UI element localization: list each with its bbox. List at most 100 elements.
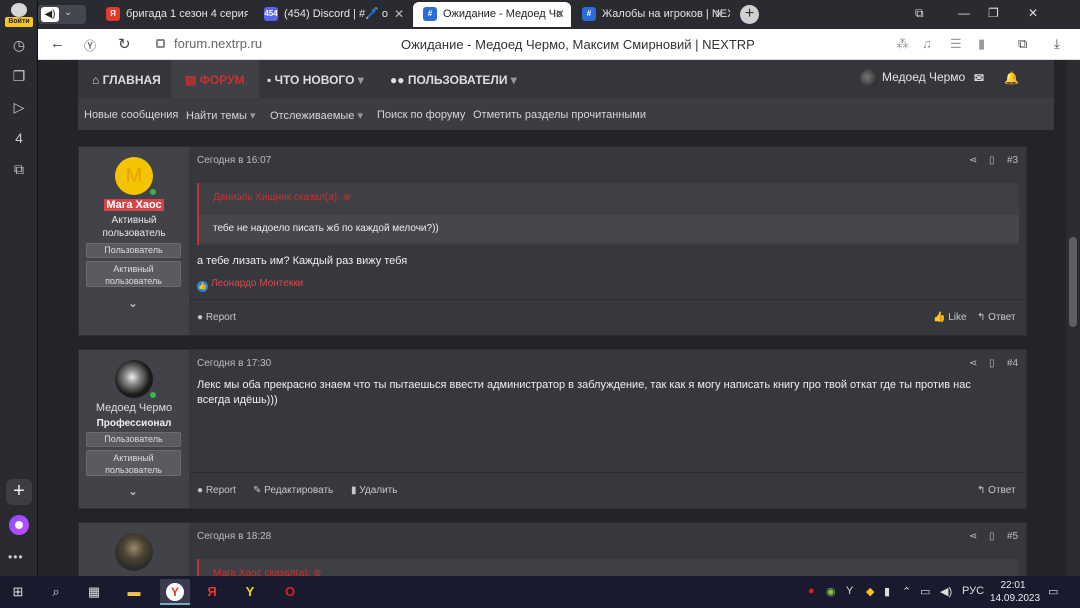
task-view-icon[interactable]: ▦	[84, 582, 104, 602]
bookmark-icon[interactable]: ▯	[989, 531, 995, 542]
screenshot-icon[interactable]: ⧉	[9, 159, 29, 179]
post-time[interactable]: Сегодня в 16:07	[197, 155, 271, 166]
subnav-watched[interactable]: Отслеживаемые ▾	[270, 109, 363, 122]
yandex-browser-icon[interactable]: Y	[160, 579, 190, 605]
login-button[interactable]: Войти	[4, 2, 34, 27]
nav-whats-new-label: ЧТО НОВОГО	[274, 73, 355, 87]
chevron-down-icon[interactable]: ⌄	[128, 484, 138, 498]
yandex-music-icon[interactable]: Y	[240, 582, 260, 602]
back-icon[interactable]: ←	[50, 35, 65, 52]
report-button[interactable]: ● Report	[197, 485, 236, 496]
opera-tray-icon[interactable]: ●	[808, 585, 815, 597]
headphones-icon[interactable]: ♫	[922, 36, 932, 51]
post-number[interactable]: #4	[1007, 358, 1018, 369]
alice-icon[interactable]	[9, 515, 29, 535]
nav-members[interactable]: ●● ПОЛЬЗОВАТЕЛИ ▾	[390, 73, 517, 87]
scrollbar-thumb[interactable]	[1069, 237, 1077, 327]
post-number[interactable]: #3	[1007, 155, 1018, 166]
mail-icon[interactable]: ✉	[974, 71, 984, 85]
extensions-icon[interactable]: ⁂	[896, 36, 909, 52]
delete-button[interactable]: ▮ Удалить	[351, 485, 397, 496]
subnav-new-posts[interactable]: Новые сообщения	[84, 109, 178, 121]
bookmark-icon[interactable]: ▯	[989, 358, 995, 369]
notifications-icon[interactable]: ▭	[1048, 585, 1058, 598]
chevron-down-icon[interactable]: ⌄	[128, 296, 138, 310]
audio-control[interactable]: ◀) ⌄	[38, 5, 86, 24]
clock[interactable]: 22:01 14.09.2023	[990, 579, 1040, 605]
quote-header[interactable]: Мага Хаос сказал(а): ⊕	[213, 568, 322, 576]
nav-whats-new[interactable]: ▪ ЧТО НОВОГО ▾	[267, 73, 364, 87]
report-icon: ●	[197, 485, 206, 496]
explorer-icon[interactable]: ▬	[124, 582, 144, 602]
yandex-logo-icon[interactable]: Ⓨ	[84, 37, 96, 54]
avatar[interactable]	[115, 360, 153, 398]
game-tray-icon[interactable]: ◆	[866, 585, 874, 598]
video-icon[interactable]: ▷	[9, 97, 29, 117]
new-tab-button[interactable]: +	[740, 5, 759, 24]
avatar[interactable]	[115, 533, 153, 571]
post-number[interactable]: #5	[1007, 531, 1018, 542]
like-button[interactable]: 👍 Like	[933, 312, 967, 323]
close-icon[interactable]: ✕	[555, 2, 565, 27]
tabs-icon[interactable]: ⧉	[915, 6, 924, 21]
tab-current[interactable]: # Ожидание - Медоед Чо ✕	[413, 2, 571, 27]
close-icon[interactable]: ✕	[714, 2, 724, 27]
post-time[interactable]: Сегодня в 18:28	[197, 531, 271, 542]
author-name[interactable]: Медоед Чермо	[79, 402, 189, 414]
more-icon[interactable]: •••	[8, 550, 24, 564]
nav-home[interactable]: ⌂ ГЛАВНАЯ	[92, 73, 161, 87]
reader-icon[interactable]: ☰	[950, 36, 962, 52]
reload-icon[interactable]: ↻	[118, 35, 131, 53]
reply-button[interactable]: ↰ Ответ	[977, 485, 1016, 496]
volume-icon[interactable]: ◀)	[940, 585, 952, 598]
network-icon[interactable]: ▭	[920, 585, 930, 598]
subnav-find-threads[interactable]: Найти темы ▾	[186, 109, 256, 122]
add-sidebar-button[interactable]: +	[6, 479, 32, 505]
lock-icon	[156, 39, 165, 48]
nav-forum[interactable]: ▤ ФОРУМ	[171, 60, 259, 98]
edit-button[interactable]: ✎ Редактировать	[253, 485, 333, 496]
history-icon[interactable]: ◷	[9, 35, 29, 55]
subnav-mark-read[interactable]: Отметить разделы прочитанными	[473, 109, 646, 121]
search-icon[interactable]: ⌕	[46, 582, 66, 602]
app-tray-icon[interactable]: ◉	[826, 585, 836, 598]
speaker-icon: ◀)	[41, 7, 59, 22]
share-icon[interactable]: ⋖	[969, 531, 977, 542]
yandex-tray-icon[interactable]: Y	[846, 585, 853, 597]
bell-icon[interactable]: 🔔	[1004, 71, 1019, 85]
close-icon[interactable]: ✕	[394, 2, 404, 27]
opera-icon[interactable]: O	[280, 582, 300, 602]
windows-icon[interactable]: ⊞	[8, 582, 28, 602]
yandex-icon[interactable]: Я	[202, 582, 222, 602]
watched-label: Отслеживаемые	[270, 110, 355, 122]
url-field[interactable]: forum.nextrp.ru	[150, 33, 272, 55]
tab-brigada[interactable]: Ябригада 1 сезон 4 серия v	[96, 2, 248, 27]
tab-complaints[interactable]: # Жалобы на игроков | NEX ✕	[572, 2, 730, 27]
share-icon[interactable]: ⋖	[969, 358, 977, 369]
scrollbar[interactable]	[1066, 60, 1080, 576]
restore-icon[interactable]: ❐	[988, 6, 999, 20]
avatar[interactable]: M	[115, 157, 153, 195]
subnav-search[interactable]: Поиск по форуму	[377, 109, 465, 121]
report-button[interactable]: ● Report	[197, 312, 236, 323]
bookmark-icon[interactable]: ▯	[989, 155, 995, 166]
collections-icon[interactable]: ⧉	[1018, 36, 1027, 52]
share-icon[interactable]: ⋖	[969, 155, 977, 166]
language-indicator[interactable]: РУС	[962, 585, 984, 597]
bookmark-icon[interactable]: ▮	[978, 36, 985, 52]
user-banner: Активный пользователь	[86, 450, 181, 476]
close-window-icon[interactable]: ✕	[1028, 6, 1038, 20]
reply-button[interactable]: ↰ Ответ	[977, 312, 1016, 323]
reaction-bar[interactable]: 👍 Леонардо Монтекки	[197, 278, 303, 292]
author-name[interactable]: Мага Хаос	[79, 199, 189, 211]
counter-icon[interactable]: 4	[9, 128, 29, 148]
collections-icon[interactable]: ❐	[9, 66, 29, 86]
minimize-icon[interactable]: —	[958, 6, 970, 20]
mic-icon[interactable]: ▮	[884, 585, 890, 598]
tab-discord[interactable]: 454 (454) Discord | #🖊️ o ✕	[254, 2, 410, 27]
download-icon[interactable]: ⤓	[1054, 36, 1060, 52]
chevron-up-icon[interactable]: ⌃	[902, 585, 911, 598]
account-menu[interactable]: Медоед Чермо	[860, 69, 965, 87]
post-time[interactable]: Сегодня в 17:30	[197, 358, 271, 369]
quote-header[interactable]: Даниэль Хищник сказал(а): ⊕	[213, 192, 351, 203]
